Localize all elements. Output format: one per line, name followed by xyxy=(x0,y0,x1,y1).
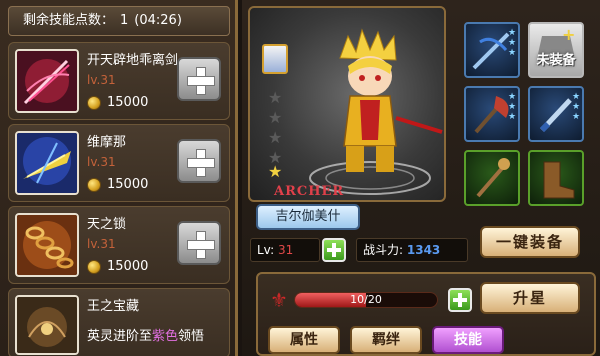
slot-stars: ★★★ xyxy=(571,92,581,122)
level-label: Lv: xyxy=(257,243,275,257)
skill-name: 天之锁 xyxy=(87,217,127,232)
desc-suffix: 领悟 xyxy=(178,329,205,344)
tab-bonds[interactable]: 羁绊 xyxy=(350,326,422,354)
skill-cost-value: 15000 xyxy=(107,95,149,110)
upgrade-skill-button[interactable] xyxy=(177,57,221,101)
skill-cost-value: 15000 xyxy=(107,177,149,192)
skill-card: 维摩那 lv.31 15000 xyxy=(8,124,230,202)
skill-points-bar: 剩余技能点数： 1 (04:26) xyxy=(8,6,230,36)
treasure-name: 王之宝藏 xyxy=(87,299,140,314)
star-up-button[interactable]: 升星 xyxy=(480,282,580,314)
skill-name: 维摩那 xyxy=(87,135,127,150)
tab-attributes[interactable]: 属性 xyxy=(268,326,340,354)
hero-level: Lv: 31 xyxy=(250,238,320,262)
star-up-panel: ⚜ 10/20 升星 属性 羁绊 技能 xyxy=(256,272,596,356)
tab-skills[interactable]: 技能 xyxy=(432,326,504,354)
plus-icon: + xyxy=(562,25,576,44)
star-icon: ★ xyxy=(268,128,283,147)
skill-points-timer: (04:26) xyxy=(134,13,182,28)
skill-points-value: 1 xyxy=(120,13,129,28)
skill-level: lv.31 xyxy=(87,237,116,251)
boots-icon[interactable] xyxy=(528,150,584,206)
battle-power: 战斗力: 1343 xyxy=(356,238,468,262)
archer-class-icon xyxy=(262,44,288,74)
coin-icon xyxy=(87,177,101,192)
skill-cost: 15000 xyxy=(87,259,148,274)
staff-icon[interactable] xyxy=(464,150,520,206)
skill-points-label: 剩余技能点数： xyxy=(23,13,115,28)
skill-name: 开天辟地乖离剑 xyxy=(87,53,179,68)
hero-portrait: ★ ★ ★ ★ ★ ARCHER xyxy=(248,6,446,202)
skill-card: 开天辟地乖离剑 lv.31 15000 xyxy=(8,42,230,120)
skill-card: 天之锁 lv.31 15000 xyxy=(8,206,230,284)
slot-stars: ★★★ xyxy=(507,28,517,58)
slot-stars: ★★★ xyxy=(507,92,517,122)
hero-class-label: ARCHER xyxy=(274,184,345,199)
skill-cost-value: 15000 xyxy=(107,259,149,274)
hero-name: 吉尔伽美什 xyxy=(256,204,360,230)
star-progress-bar: 10/20 xyxy=(294,292,438,308)
hero-sprite xyxy=(309,28,443,195)
coin-icon xyxy=(87,95,101,110)
locked-skill-card: 王之宝藏 英灵进阶至紫色领悟 xyxy=(8,288,230,356)
star-icon: ★ xyxy=(268,88,283,107)
hero-panel: ★ ★ ★ ★ ★ ARCHER 吉尔伽美什 Lv: 31 战斗力: 1343 xyxy=(242,0,600,356)
treasure-icon xyxy=(15,295,79,355)
golden-ship-icon xyxy=(15,131,79,195)
level-value: 31 xyxy=(278,243,294,257)
skill-level: lv.31 xyxy=(87,73,116,87)
desc-highlight: 紫色 xyxy=(152,329,179,344)
skill-cost: 15000 xyxy=(87,95,148,110)
star-icon: ★ xyxy=(268,162,283,181)
red-sword-icon xyxy=(15,49,79,113)
power-value: 1343 xyxy=(406,243,441,257)
coin-icon xyxy=(87,259,101,274)
axe-icon[interactable]: ★★★ xyxy=(464,86,520,142)
level-up-button[interactable] xyxy=(322,238,346,262)
skill-level: lv.31 xyxy=(87,155,116,169)
crossbow-icon[interactable]: ★★★ xyxy=(464,22,520,78)
dagger-icon[interactable]: ★★★ xyxy=(528,86,584,142)
unequipped-label: 未装备 xyxy=(536,53,576,68)
skill-cost: 15000 xyxy=(87,177,148,192)
fleur-de-lis-icon: ⚜ xyxy=(270,288,288,312)
desc-prefix: 英灵进阶至 xyxy=(87,329,153,344)
star-icon: ★ xyxy=(268,108,283,127)
upgrade-skill-button[interactable] xyxy=(177,139,221,183)
chain-icon xyxy=(15,213,79,277)
power-label: 战斗力: xyxy=(363,243,404,257)
upgrade-skill-button[interactable] xyxy=(177,221,221,265)
skills-panel: 剩余技能点数： 1 (04:26) 开天辟地乖离剑 lv.31 15000 维摩… xyxy=(0,0,238,356)
armor-slot-empty[interactable]: + 未装备 xyxy=(528,22,584,78)
progress-text: 10/20 xyxy=(350,293,382,306)
treasure-unlock-desc: 英灵进阶至紫色领悟 xyxy=(87,325,204,344)
equip-all-button[interactable]: 一键装备 xyxy=(480,226,580,258)
add-shard-button[interactable] xyxy=(448,288,472,312)
